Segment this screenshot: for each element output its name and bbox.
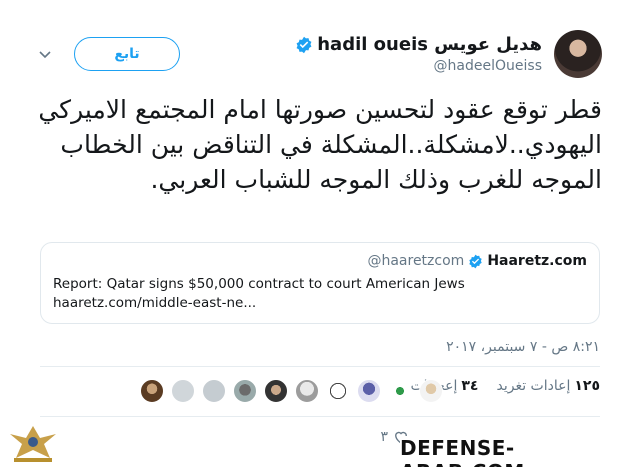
retweets-stat[interactable]: ١٢٥ إعادات تغريد [496,378,600,394]
liker-avatar[interactable] [264,379,288,403]
liker-avatar[interactable] [357,379,381,403]
retweets-label: إعادات تغريد [496,378,571,394]
tweet-text: قطر توقع عقود لتحسين صورتها امام المجتمع… [38,95,602,194]
tweet-header: هديل عويس hadil oueis @hadeelOueiss تابع [28,22,602,82]
follow-button[interactable]: تابع [74,37,180,71]
verified-badge-icon [469,254,482,268]
liker-avatar[interactable] [295,379,319,403]
verified-badge-icon [296,36,312,53]
like-count: ٣ [380,429,388,445]
watermark-site: DEFENSE-ARAB.COM [400,436,634,467]
liker-avatar[interactable] [140,379,164,403]
author-name-row[interactable]: هديل عويس hadil oueis [295,34,542,55]
divider [40,416,600,417]
chevron-down-icon[interactable] [38,47,52,61]
tweet-card: هديل عويس hadil oueis @hadeelOueiss تابع… [0,0,640,467]
liker-avatar[interactable] [326,379,350,403]
likes-count: ٣٤ [461,378,479,394]
liker-avatar[interactable] [171,379,195,403]
quoted-text: Report: Qatar signs $50,000 contract to … [53,276,465,311]
retweets-count: ١٢٥ [574,378,600,394]
liker-avatar[interactable] [202,379,226,403]
author-handle[interactable]: @hadeelOueiss [434,58,542,74]
liker-avatar[interactable] [233,379,257,403]
avatar[interactable] [554,30,602,78]
quoted-tweet[interactable]: @haaretzcom Haaretz.com Report: Qatar si… [40,242,600,324]
liker-avatar[interactable] [419,379,443,403]
site-logo [10,426,56,462]
tweet-timestamp[interactable]: ٨:٢١ ص - ٧ سبتمبر، ٢٠١٧ [446,339,600,355]
quoted-tweet-header: @haaretzcom Haaretz.com [53,253,587,269]
quoted-name: Haaretz.com [487,253,587,269]
quoted-handle: @haaretzcom [367,253,465,269]
author-display-name[interactable]: هديل عويس hadil oueis [317,34,542,55]
liker-avatar[interactable] [388,379,412,403]
divider [40,366,600,367]
liker-avatars [140,379,443,403]
